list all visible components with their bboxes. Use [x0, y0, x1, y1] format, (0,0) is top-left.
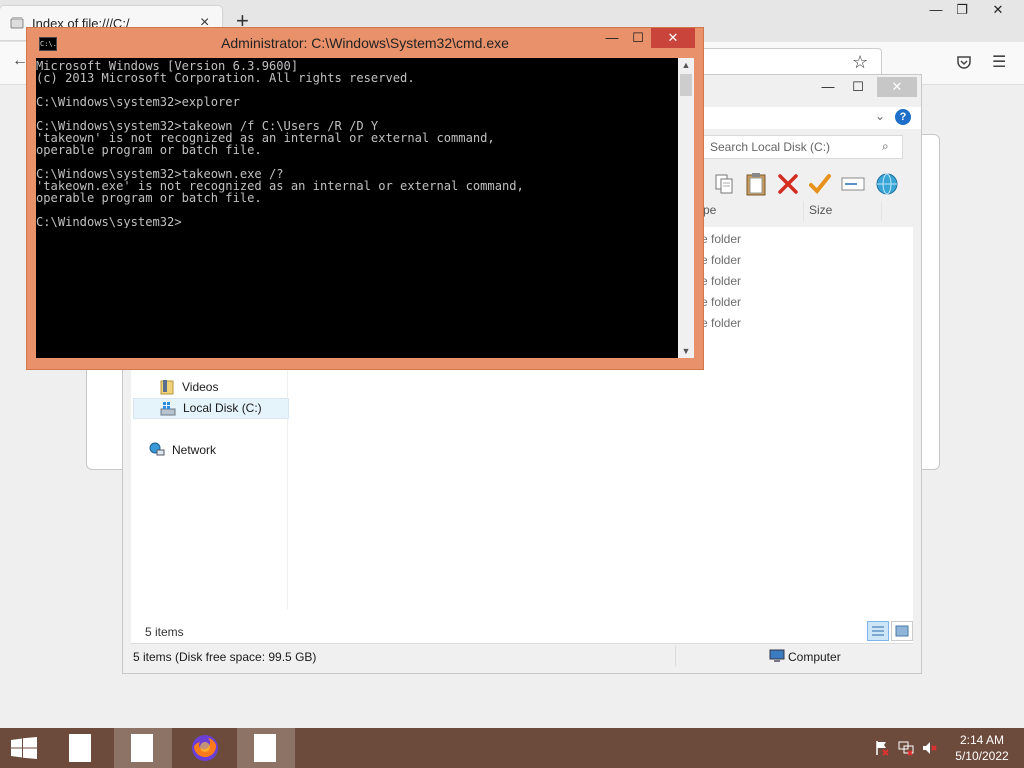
- firefox-icon: [192, 735, 218, 761]
- nav-item-network[interactable]: Network: [133, 441, 287, 461]
- clock-date: 5/10/2022: [955, 749, 1009, 763]
- console-output[interactable]: Microsoft Windows [Version 6.3.9600] (c)…: [36, 58, 678, 358]
- nav-item-label: Local Disk (C:): [183, 401, 262, 415]
- explorer-maximize-button[interactable]: ☐: [843, 77, 873, 97]
- cmd-maximize-button[interactable]: ☐: [625, 28, 651, 48]
- large-icons-view-button[interactable]: [891, 621, 913, 641]
- status-divider: [675, 646, 676, 666]
- windows-logo-icon: [11, 737, 37, 759]
- computer-icon: [769, 649, 785, 662]
- scroll-thumb[interactable]: [680, 74, 692, 96]
- copy-icon[interactable]: [713, 173, 735, 195]
- column-size-header[interactable]: Size: [809, 203, 832, 217]
- bookmark-star-icon[interactable]: ☆: [852, 52, 868, 73]
- browser-restore-button[interactable]: ❐: [942, 0, 982, 20]
- column-divider[interactable]: [881, 201, 882, 221]
- item-count: 5 items: [145, 625, 184, 639]
- search-icon[interactable]: ⌕: [882, 139, 889, 154]
- search-placeholder: Search Local Disk (C:): [710, 140, 831, 154]
- volume-muted-icon[interactable]: [922, 740, 938, 756]
- nav-item-videos[interactable]: Videos: [133, 377, 287, 397]
- console-text: Microsoft Windows [Version 6.3.9600] (c)…: [36, 60, 524, 228]
- explorer-close-button[interactable]: ✕: [877, 77, 917, 97]
- details-view-icon: [872, 626, 884, 636]
- status-location: Computer: [788, 650, 841, 664]
- pocket-icon[interactable]: [956, 54, 972, 70]
- cmd-minimize-button[interactable]: —: [599, 28, 625, 48]
- taskbar: 2:14 AM 5/10/2022: [0, 728, 1024, 768]
- nav-item-local-disk[interactable]: Local Disk (C:): [133, 398, 289, 419]
- paste-icon[interactable]: [745, 172, 767, 196]
- column-divider[interactable]: [803, 201, 804, 221]
- browser-menu-icon[interactable]: ☰: [992, 52, 1006, 72]
- browser-close-button[interactable]: ✕: [978, 0, 1018, 20]
- search-input[interactable]: Search Local Disk (C:) ⌕: [703, 135, 903, 159]
- scroll-up-icon[interactable]: ▲: [678, 58, 694, 72]
- nav-item-label: Videos: [182, 380, 219, 394]
- rename-icon[interactable]: [841, 175, 865, 193]
- file-row-type[interactable]: e folder: [701, 295, 741, 309]
- file-row-type[interactable]: e folder: [701, 316, 741, 330]
- column-type-header[interactable]: pe: [703, 203, 716, 217]
- navigation-pane: Videos Local Disk (C:) Network: [133, 369, 289, 609]
- explorer-status-bar: 5 items (Disk free space: 99.5 GB) Compu…: [131, 643, 913, 668]
- column-headers: pe Size: [703, 201, 921, 221]
- globe-icon[interactable]: [875, 172, 899, 196]
- document-icon: [254, 734, 276, 762]
- videos-icon: [160, 380, 174, 395]
- cmd-close-button[interactable]: ✕: [651, 28, 695, 48]
- scroll-down-icon[interactable]: ▼: [678, 344, 694, 358]
- console-scrollbar[interactable]: ▲ ▼: [678, 58, 694, 358]
- status-disk-space: 5 items (Disk free space: 99.5 GB): [133, 650, 317, 664]
- nav-item-label: Network: [172, 443, 217, 457]
- file-row-type[interactable]: e folder: [701, 232, 741, 246]
- notepad-button[interactable]: [52, 728, 110, 768]
- cmd-window: C:\. Administrator: C:\Windows\System32\…: [26, 27, 704, 370]
- file-row-type[interactable]: e folder: [701, 274, 741, 288]
- clock-time: 2:14 AM: [959, 733, 1005, 747]
- file-row-type[interactable]: e folder: [701, 253, 741, 267]
- firefox-button[interactable]: [176, 728, 234, 768]
- document-button[interactable]: [114, 728, 172, 768]
- delete-icon[interactable]: [777, 173, 799, 195]
- network-tray-icon[interactable]: [898, 740, 914, 756]
- system-clock[interactable]: 2:14 AM 5/10/2022: [944, 732, 1020, 764]
- page-icon: [10, 17, 24, 29]
- start-button[interactable]: [0, 728, 58, 768]
- document-icon: [131, 734, 153, 762]
- large-icons-view-icon: [895, 625, 909, 637]
- address-dropdown-icon[interactable]: ⌄: [875, 109, 885, 123]
- document-icon: [69, 734, 91, 762]
- action-center-flag-icon[interactable]: [874, 740, 890, 756]
- drive-icon: [160, 402, 176, 416]
- help-icon[interactable]: ?: [895, 109, 911, 125]
- checkmark-icon[interactable]: [809, 173, 831, 195]
- document-active-button[interactable]: [237, 728, 295, 768]
- explorer-minimize-button[interactable]: —: [813, 77, 843, 97]
- network-icon: [149, 442, 165, 456]
- details-view-button[interactable]: [867, 621, 889, 641]
